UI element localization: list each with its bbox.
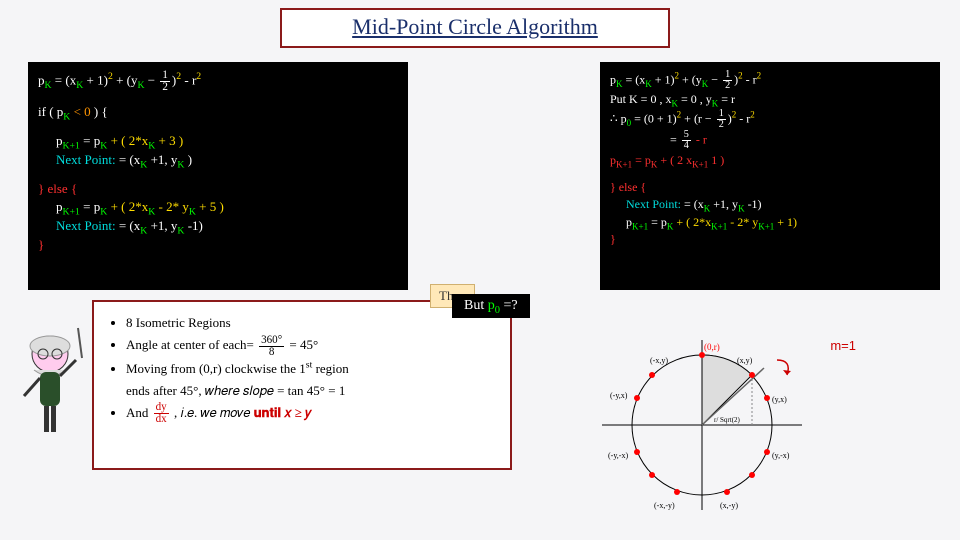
svg-text:(y,-x): (y,-x) — [772, 451, 790, 460]
slide-title: Mid-Point Circle Algorithm — [280, 8, 670, 48]
slope-label: m=1 — [830, 338, 856, 353]
iso-bullet-2: Angle at center of each= 360°8 = 45° — [126, 334, 496, 358]
code-line: } — [38, 236, 398, 255]
circle-octants-diagram: (0,r) (-x,y) (x,y) (-y,x) (y,x) (-y,-x) … — [602, 330, 802, 520]
but-question: But p0 =? — [452, 294, 530, 318]
iso-bullet-4: And dydx , 𝑖.𝑒. 𝑤𝑒 𝑚𝑜𝑣𝑒 𝐮𝐧𝐭𝐢𝐥 𝑥 ≥ 𝑦 — [126, 402, 496, 426]
iso-bullet-1: 8 Isometric Regions — [126, 312, 496, 334]
svg-text:(-x,-y): (-x,-y) — [654, 501, 675, 510]
svg-text:(-y,-x): (-y,-x) — [608, 451, 628, 460]
teacher-icon — [10, 320, 90, 440]
code-line: Next Point: = (xK +1, yK -1) — [38, 217, 398, 236]
code-line: ∴ p0 = (0 + 1)2 + (r − 12)2 - r2 — [610, 109, 930, 130]
algorithm-code-left: pK = (xK + 1)2 + (yK − 12)2 - r2 if ( pK… — [28, 62, 408, 290]
svg-text:(x,-y): (x,-y) — [720, 501, 738, 510]
svg-text:(0,r): (0,r) — [704, 342, 720, 352]
svg-text:(-y,x): (-y,x) — [610, 391, 628, 400]
svg-text:r/ Sqrt(2): r/ Sqrt(2) — [714, 416, 741, 424]
code-line: pK = (xK + 1)2 + (yK − 12)2 - r2 — [610, 70, 930, 91]
code-line: pK = (xK + 1)2 + (yK − 12)2 - r2 — [38, 70, 398, 93]
isometric-regions-panel: 8 Isometric Regions Angle at center of e… — [92, 300, 512, 470]
code-line: } — [610, 231, 930, 248]
svg-text:(x,y): (x,y) — [737, 356, 753, 365]
code-line: pK+1 = pK + ( 2*xK - 2* yK + 5 ) — [38, 198, 398, 217]
code-line: pK+1 = pK + ( 2*xK+1 - 2* yK+1 + 1) — [610, 214, 930, 231]
algorithm-code-right: pK = (xK + 1)2 + (yK − 12)2 - r2 Put K =… — [600, 62, 940, 290]
code-line: = 54 - r — [610, 130, 930, 151]
code-line: pK+1 = pK + ( 2 xK+1 1 ) — [610, 152, 930, 169]
code-line: Next Point: = (xK +1, yK -1) — [610, 196, 930, 213]
svg-text:(-x,y): (-x,y) — [650, 356, 668, 365]
code-line: if ( pK < 0 ) { — [38, 103, 398, 122]
code-line: Next Point: = (xK +1, yK ) — [38, 151, 398, 170]
code-line: } else { — [610, 179, 930, 196]
svg-text:(y,x): (y,x) — [772, 395, 787, 404]
code-line: } else { — [38, 180, 398, 199]
code-line: pK+1 = pK + ( 2*xK + 3 ) — [38, 132, 398, 151]
iso-bullet-3: Moving from (0,r) clockwise the 1st regi… — [126, 358, 496, 402]
code-line: Put K = 0 , xK = 0 , yK = r — [610, 91, 930, 108]
